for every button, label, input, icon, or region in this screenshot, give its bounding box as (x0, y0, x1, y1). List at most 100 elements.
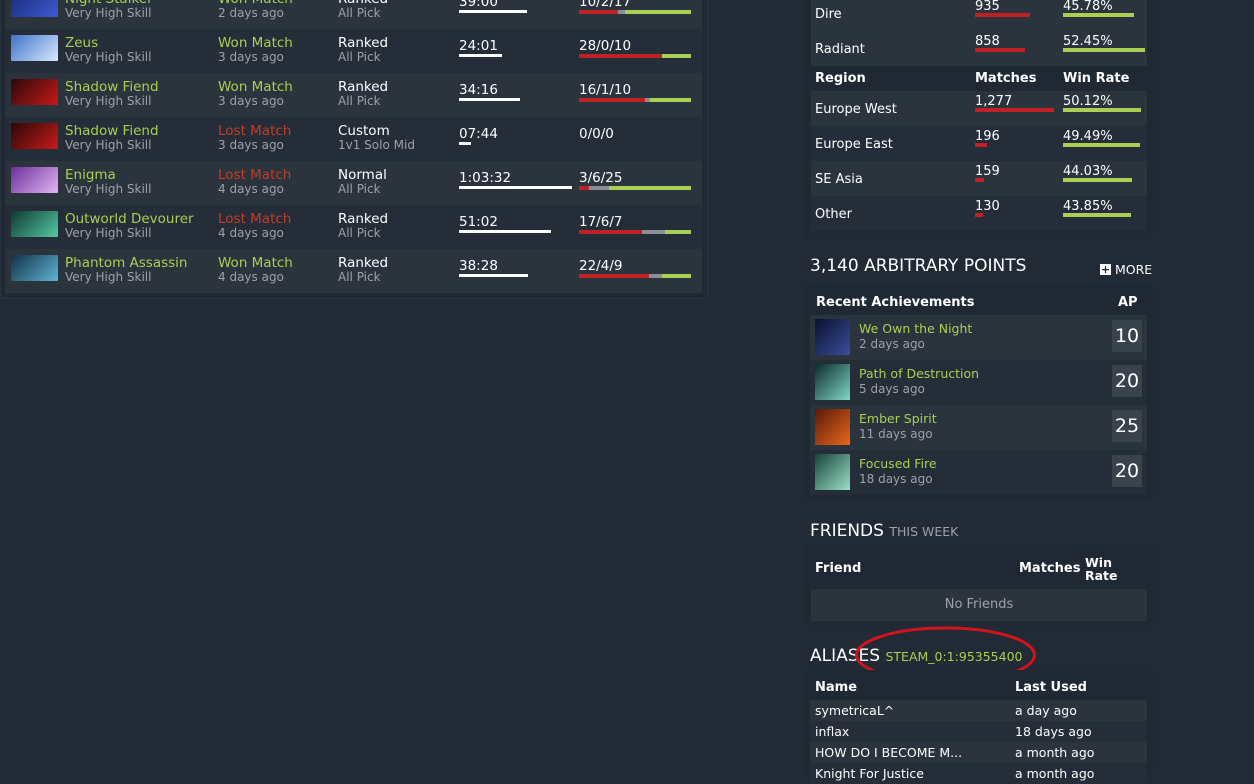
match-result-link[interactable]: Lost Match (218, 167, 291, 183)
winrate-bar (1063, 13, 1134, 17)
hero-portrait (11, 79, 58, 105)
match-duration: 38:28 (459, 258, 498, 274)
match-date: 3 days ago (218, 94, 284, 108)
hero-portrait (11, 0, 58, 17)
duration-bar (459, 230, 551, 233)
matches-bar (975, 178, 984, 182)
kda-text: 0/0/0 (579, 126, 614, 142)
game-mode: All Pick (338, 182, 381, 196)
duration-bar (459, 98, 520, 101)
match-result-link[interactable]: Won Match (218, 35, 293, 51)
achievement-row[interactable]: Ember Spirit 11 days ago 25 (810, 405, 1147, 450)
kills-segment (579, 274, 650, 278)
matches-bar (975, 48, 1025, 52)
achievement-row[interactable]: We Own the Night 2 days ago 10 (810, 315, 1147, 360)
achievement-name-link[interactable]: Focused Fire (859, 456, 937, 471)
kills-segment (579, 186, 589, 190)
deaths-segment (649, 274, 663, 278)
match-row[interactable]: Night StalkerVery High SkillWon Match2 d… (5, 0, 702, 29)
stat-label: Europe East (815, 137, 893, 152)
game-mode: All Pick (338, 270, 381, 284)
achievement-date: 5 days ago (859, 382, 925, 396)
skill-bracket: Very High Skill (65, 182, 152, 196)
kills-segment (579, 230, 643, 234)
assists-segment (662, 274, 691, 278)
achievement-row[interactable]: Focused Fire 18 days ago 20 (810, 450, 1147, 495)
alias-last-used: a day ago (1015, 703, 1077, 718)
achievement-date: 2 days ago (859, 337, 925, 351)
match-row[interactable]: Zeus Very High Skill Won Match 3 days ago Ra… (5, 29, 702, 73)
match-row[interactable]: Shadow Fiend Very High Skill Lost Match 3 d… (5, 117, 702, 161)
hero-name-link[interactable]: Phantom Assassin (65, 255, 187, 271)
duration-bar (459, 10, 527, 13)
stat-row: Dire 935 45.78% (811, 0, 1147, 31)
match-result-link[interactable]: Won Match (218, 79, 293, 95)
assists-segment (625, 10, 691, 14)
match-date: 3 days ago (218, 50, 284, 64)
match-row[interactable]: Enigma Very High Skill Lost Match 4 days ag… (5, 161, 702, 205)
kda-text: 3/6/25 (579, 170, 623, 186)
achievement-name-link[interactable]: Path of Destruction (859, 366, 979, 381)
friends-title-text: FRIENDS (810, 521, 884, 541)
achievement-row[interactable]: Path of Destruction 5 days ago 20 (810, 360, 1147, 405)
match-row[interactable]: Outworld Devourer Very High Skill Lost Mat… (5, 205, 702, 249)
alias-name: HOW DO I BECOME M... (815, 745, 963, 760)
stat-winrate: 50.12% (1063, 94, 1113, 109)
stat-label: Radiant (815, 42, 865, 57)
alias-name-column-header: Name (815, 680, 858, 695)
winrate-bar (1063, 48, 1145, 52)
hero-name-link[interactable]: Zeus (65, 35, 98, 51)
more-button[interactable]: + MORE (1100, 262, 1152, 277)
winrate-bar (1063, 108, 1141, 112)
alias-name: inflax (815, 724, 850, 739)
match-result-link[interactable]: Lost Match (218, 123, 291, 139)
achievement-name-link[interactable]: We Own the Night (859, 321, 972, 336)
achievement-points: 20 (1112, 455, 1142, 487)
stat-row: Europe West 1,277 50.12% (811, 91, 1147, 126)
winrate-bar (1063, 178, 1132, 182)
stat-matches: 130 (975, 199, 1000, 214)
match-history-panel: Night StalkerVery High SkillWon Match2 d… (0, 0, 708, 299)
assists-segment (661, 54, 691, 58)
kda-text: 16/1/10 (579, 82, 632, 98)
stat-row: Radiant 858 52.45% (811, 31, 1147, 66)
match-result-link[interactable]: Lost Match (218, 211, 291, 227)
lobby-type: Ranked (338, 211, 389, 227)
kda-text: 10/2/17 (579, 0, 632, 10)
hero-portrait (11, 211, 58, 237)
kills-segment (579, 10, 618, 14)
kda-text: 22/4/9 (579, 258, 623, 274)
game-mode: 1v1 Solo Mid (338, 138, 415, 152)
match-duration: 07:44 (459, 126, 498, 142)
duration-bar (459, 142, 471, 145)
hero-name-link[interactable]: Enigma (65, 167, 116, 183)
matches-bar (975, 143, 987, 147)
friend-winrate-column-header: Win Rate (1085, 556, 1118, 582)
stat-label: Europe West (815, 102, 897, 117)
match-duration: 34:16 (459, 82, 498, 98)
achievement-name-link[interactable]: Ember Spirit (859, 411, 937, 426)
lobby-type: Custom (338, 123, 390, 139)
stat-winrate: 49.49% (1063, 129, 1113, 144)
match-result-link[interactable]: Won Match (218, 255, 293, 271)
match-row[interactable]: Phantom Assassin Very High Skill Won Match… (5, 249, 702, 293)
stat-matches: 858 (975, 34, 1000, 49)
hero-name-link[interactable]: Shadow Fiend (65, 79, 159, 95)
stat-row: Europe East 196 49.49% (811, 126, 1147, 161)
stat-label: Dire (815, 7, 842, 22)
stat-winrate: 43.85% (1063, 199, 1113, 214)
alias-last-used-column-header: Last Used (1015, 680, 1087, 695)
match-row[interactable]: Shadow Fiend Very High Skill Won Match 3 da… (5, 73, 702, 117)
hero-name-link[interactable]: Outworld Devourer (65, 211, 194, 227)
kda-bar (579, 186, 691, 190)
winrate-column-header: Win Rate (1063, 71, 1130, 86)
game-mode: All Pick (338, 6, 381, 20)
stat-matches: 159 (975, 164, 1000, 179)
match-date: 3 days ago (218, 138, 284, 152)
ap-header: AP (1118, 295, 1138, 310)
winrate-bar (1063, 213, 1131, 217)
lobby-type: Ranked (338, 35, 389, 51)
achievements-header: Recent Achievements (816, 295, 975, 310)
hero-name-link[interactable]: Shadow Fiend (65, 123, 159, 139)
winrate-bar (1063, 143, 1140, 147)
